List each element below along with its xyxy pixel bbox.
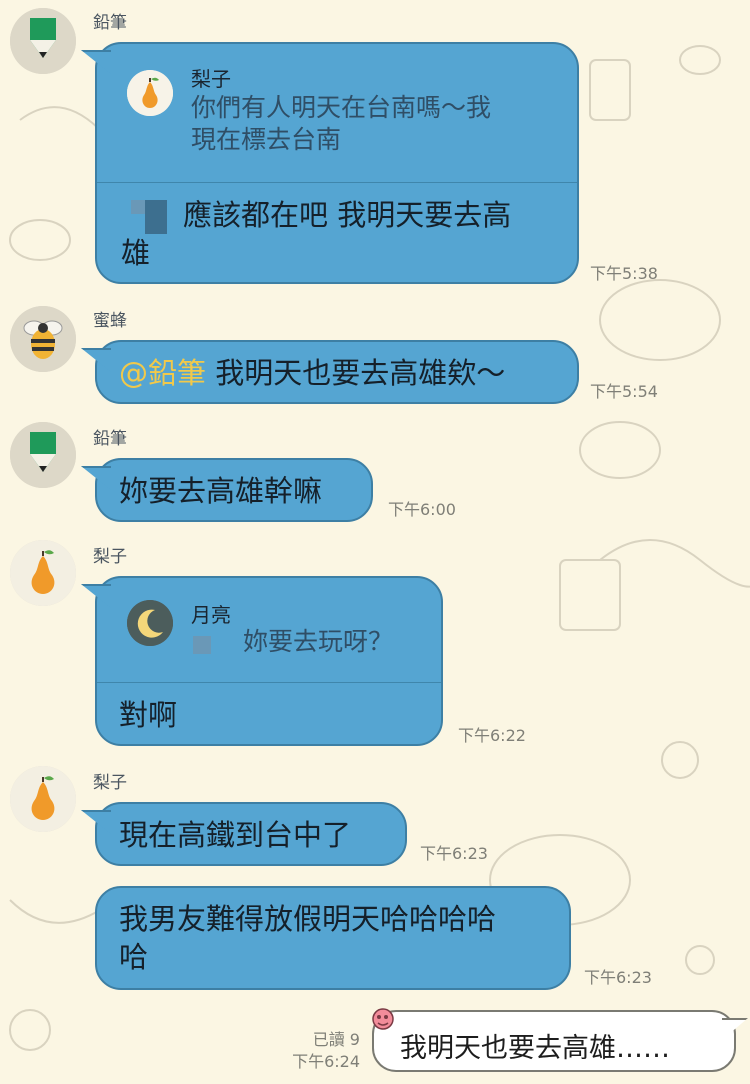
flower-sticker-icon	[372, 1008, 394, 1030]
sender-name: 鉛筆	[93, 429, 127, 449]
reply-quoted-text: 妳要去玩呀？	[243, 627, 394, 656]
sender-name: 鉛筆	[93, 13, 127, 33]
pear-avatar-icon	[127, 70, 173, 116]
message-text: 應該都在吧 我明天要去高 雄	[121, 198, 512, 270]
mention-link[interactable]: @鉛筆	[119, 356, 206, 390]
pear-avatar-icon[interactable]	[10, 766, 76, 832]
message-bubble[interactable]: 我男友難得放假明天哈哈哈哈 哈	[95, 886, 571, 990]
reply-quoted-sender: 月亮	[191, 603, 231, 627]
moon-avatar-icon	[127, 600, 173, 646]
my-message-bubble[interactable]: 我明天也要去高雄……	[372, 1010, 736, 1072]
message-bubble[interactable]: 妳要去高雄幹嘛	[95, 458, 373, 522]
reply-message-bubble[interactable]: 月亮 妳要去玩呀？ 對啊	[95, 576, 443, 746]
message-text: 妳要去高雄幹嘛	[119, 474, 323, 508]
message-text: 我明天也要去高雄欸～	[206, 356, 506, 390]
sender-name: 梨子	[93, 547, 127, 567]
pear-avatar-icon[interactable]	[10, 540, 76, 606]
read-count: 已讀 9	[312, 1030, 360, 1049]
pixelated-emoji	[193, 636, 211, 654]
message-text: 我男友難得放假明天哈哈哈哈 哈	[119, 902, 497, 974]
reply-message-bubble[interactable]: 梨子 你們有人明天在台南嗎～我 現在標去台南 應該都在吧 我明天要去高 雄	[95, 42, 579, 284]
pencil-avatar-icon[interactable]	[10, 422, 76, 488]
message-time: 下午6:23	[420, 844, 488, 863]
pencil-avatar-icon[interactable]	[10, 8, 76, 74]
reply-divider	[97, 182, 577, 183]
message-time: 下午6:23	[584, 968, 652, 987]
message-text: 對啊	[119, 698, 178, 732]
reply-divider	[97, 682, 441, 683]
message-time: 下午6:00	[388, 500, 456, 519]
message-text: 我明天也要去高雄……	[400, 1033, 670, 1064]
bee-avatar-icon[interactable]	[10, 306, 76, 372]
message-time: 下午5:54	[590, 382, 658, 401]
message-time: 下午6:22	[458, 726, 526, 745]
reply-quoted-text: 你們有人明天在台南嗎～我 現在標去台南	[191, 93, 492, 154]
message-bubble[interactable]: 現在高鐵到台中了	[95, 802, 407, 866]
message-bubble[interactable]: @鉛筆 我明天也要去高雄欸～	[95, 340, 579, 404]
message-time: 下午5:38	[590, 264, 658, 283]
sender-name: 梨子	[93, 773, 127, 793]
sender-name: 蜜蜂	[93, 311, 127, 331]
message-text: 現在高鐵到台中了	[119, 818, 352, 852]
message-time: 下午6:24	[292, 1052, 360, 1071]
